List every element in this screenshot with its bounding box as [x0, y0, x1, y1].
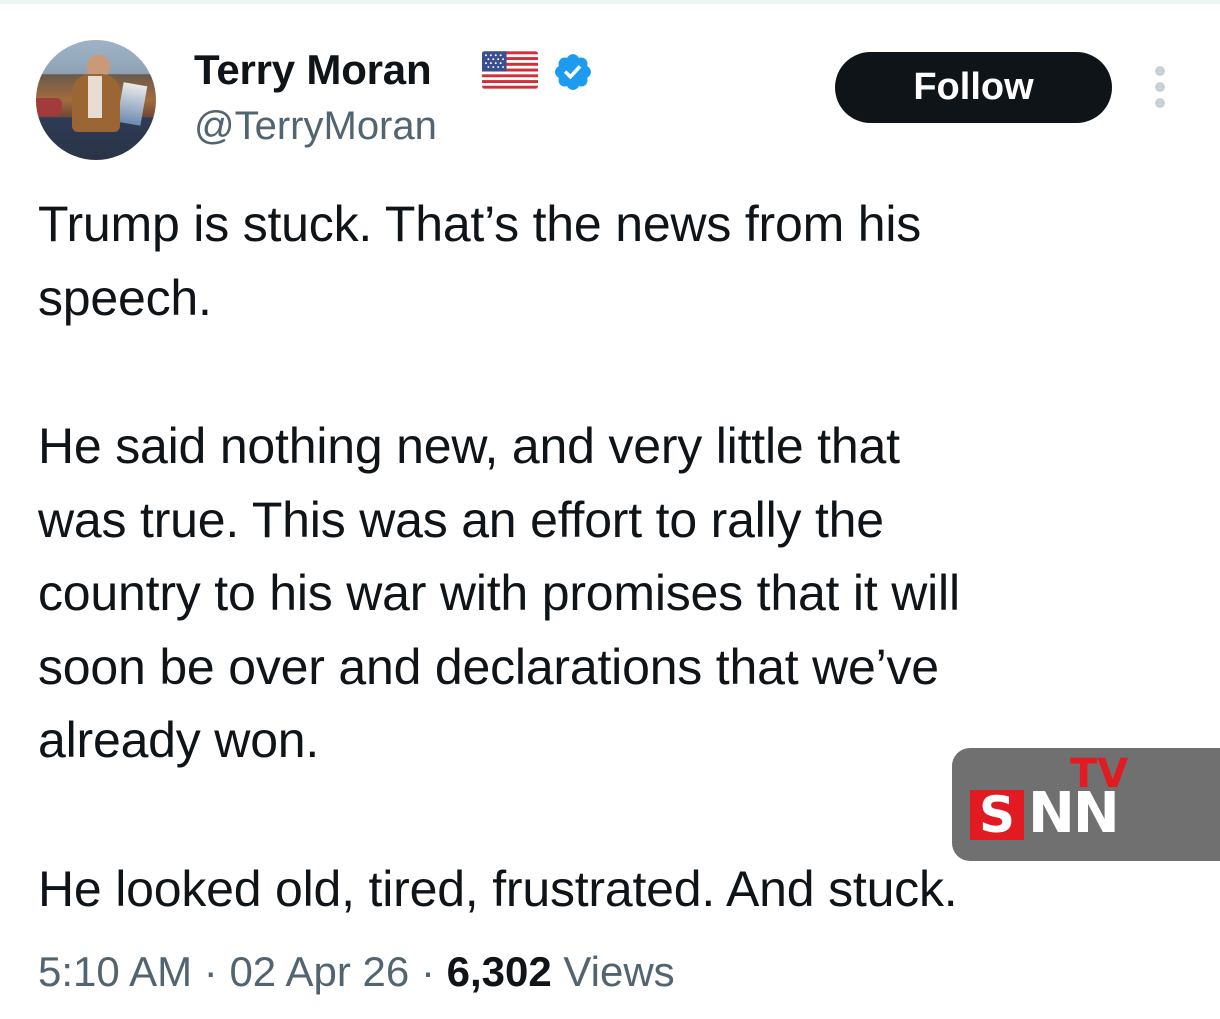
- watermark-s: S: [970, 790, 1024, 840]
- tweet-paragraph-2: He said nothing new, and very little tha…: [38, 410, 1208, 778]
- meta-separator: ·: [203, 948, 218, 995]
- more-dot: [1155, 98, 1165, 108]
- watermark-nn: NN: [1028, 781, 1120, 846]
- avatar-person-shirt: [88, 76, 102, 118]
- views-label: Views: [563, 948, 675, 995]
- tweet-line: was true. This was an effort to rally th…: [38, 491, 884, 548]
- more-dot: [1155, 66, 1165, 76]
- top-divider: [0, 0, 1220, 4]
- display-name[interactable]: Terry Moran: [194, 46, 432, 94]
- more-options-icon[interactable]: [1148, 66, 1172, 110]
- avatar[interactable]: [36, 40, 156, 160]
- more-dot: [1155, 82, 1165, 92]
- us-flag-icon: [482, 51, 538, 89]
- tweet-line: Trump is stuck. That’s the news from his: [38, 196, 922, 252]
- tweet-meta: 5:10 AM · 02 Apr 26 · 6,302 Views: [38, 948, 675, 996]
- tweet-time[interactable]: 5:10 AM: [38, 948, 192, 995]
- follow-button[interactable]: Follow: [835, 52, 1112, 123]
- tweet-line: speech.: [38, 269, 212, 326]
- tweet-line: He said nothing new, and very little tha…: [38, 418, 900, 474]
- tweet-line: country to his war with promises that it…: [38, 565, 960, 621]
- tweet-line: He looked old, tired, frustrated. And st…: [38, 861, 958, 917]
- tweet-line: soon be over and declarations that we’ve: [38, 638, 939, 695]
- author-handle[interactable]: @TerryMoran: [194, 104, 437, 149]
- meta-separator: ·: [420, 948, 435, 995]
- snn-tv-watermark-logo: TV S NN: [952, 748, 1220, 861]
- avatar-background-flag: [116, 82, 148, 126]
- avatar-background-car: [36, 98, 62, 116]
- views-count: 6,302: [446, 948, 552, 995]
- tweet-paragraph-1: Trump is stuck. That’s the news from his…: [38, 188, 1208, 335]
- verified-badge-icon[interactable]: [552, 51, 594, 93]
- tweet-paragraph-3: He looked old, tired, frustrated. And st…: [38, 853, 1208, 927]
- tweet-date[interactable]: 02 Apr 26: [229, 948, 409, 995]
